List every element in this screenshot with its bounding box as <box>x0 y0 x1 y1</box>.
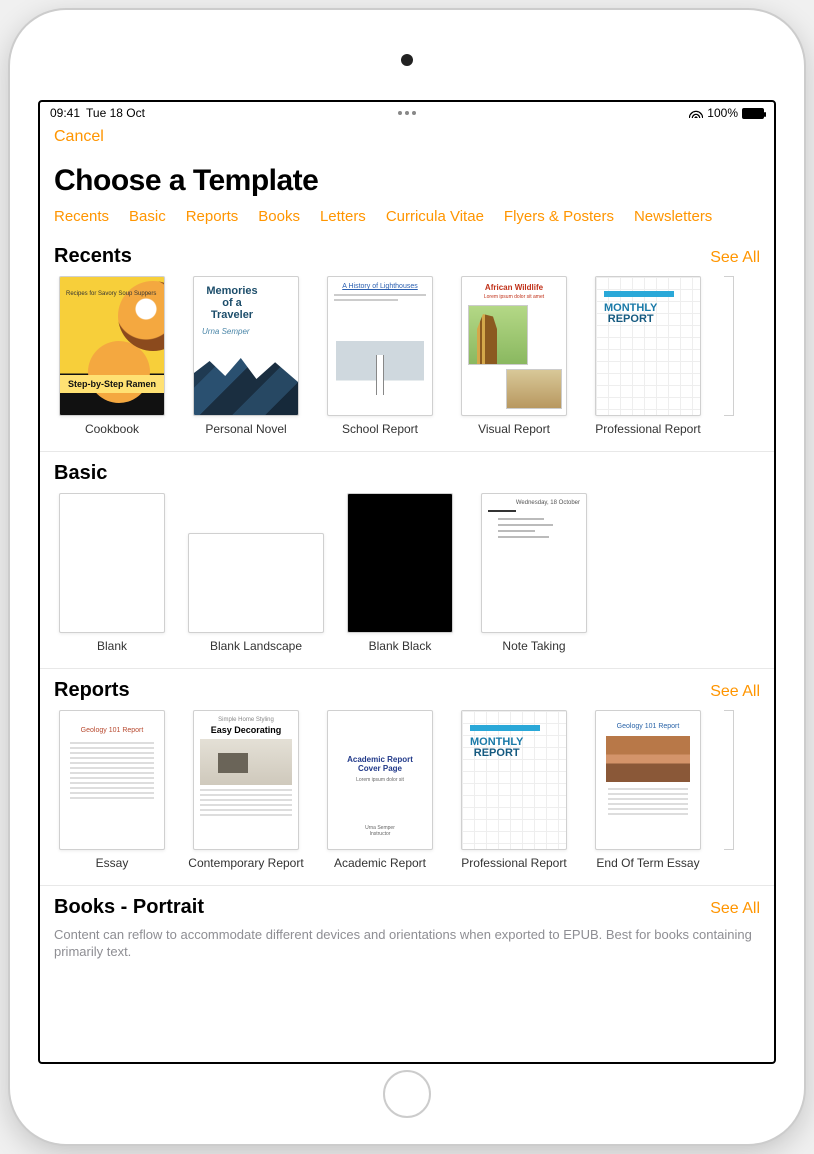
tab-letters[interactable]: Letters <box>320 208 366 225</box>
thumb-blank-landscape <box>188 533 324 633</box>
thumb-blank <box>59 493 165 633</box>
tab-basic[interactable]: Basic <box>129 208 166 225</box>
tab-reports[interactable]: Reports <box>186 208 239 225</box>
template-label: Academic Report <box>322 856 438 871</box>
template-sliver[interactable] <box>724 276 734 416</box>
tab-flyers[interactable]: Flyers & Posters <box>504 208 614 225</box>
thumb-novel: Memories of a Traveler Urna Semper <box>193 276 299 416</box>
see-all-reports[interactable]: See All <box>710 683 760 701</box>
template-label: Visual Report <box>456 422 572 437</box>
home-button[interactable] <box>383 1070 431 1118</box>
template-sliver[interactable] <box>724 710 734 850</box>
thumb-lighthouse: A History of Lighthouses <box>327 276 433 416</box>
multitask-dots[interactable] <box>398 111 416 115</box>
tab-books[interactable]: Books <box>258 208 300 225</box>
status-time: 09:41 <box>50 106 80 120</box>
template-personal-novel[interactable]: Memories of a Traveler Urna Semper Perso… <box>188 276 304 437</box>
thumb-eot: Geology 101 Report <box>595 710 701 850</box>
status-bar: 09:41 Tue 18 Oct 100% <box>40 102 774 124</box>
battery-icon <box>742 108 764 119</box>
template-blank[interactable]: Blank <box>54 493 170 654</box>
template-cookbook[interactable]: Recipes for Savory Soup Suppers Step-by-… <box>54 276 170 437</box>
template-label: Blank Landscape <box>188 639 324 654</box>
section-title-recents: Recents <box>54 245 132 268</box>
template-professional-report-2[interactable]: MONTHLYREPORT Professional Report <box>456 710 572 871</box>
template-school-report[interactable]: A History of Lighthouses School Report <box>322 276 438 437</box>
cancel-button[interactable]: Cancel <box>54 128 104 145</box>
template-label: Professional Report <box>456 856 572 871</box>
template-label: Cookbook <box>54 422 170 437</box>
section-basic: Basic Blank Blank Landscape Blank Black <box>40 452 774 669</box>
template-label: Blank <box>54 639 170 654</box>
template-note-taking[interactable]: Wednesday, 18 October Note Taking <box>476 493 592 654</box>
template-contemporary-report[interactable]: Simple Home Styling Easy Decorating Cont… <box>188 710 304 871</box>
ipad-frame: 09:41 Tue 18 Oct 100% Cancel Choose a Te… <box>10 10 804 1144</box>
section-desc-books: Content can reflow to accommodate differ… <box>40 927 774 965</box>
wifi-icon <box>689 108 703 118</box>
category-tabs: Recents Basic Reports Books Letters Curr… <box>40 208 774 235</box>
page-title: Choose a Template <box>54 164 760 198</box>
thumb-note: Wednesday, 18 October <box>481 493 587 633</box>
tab-recents[interactable]: Recents <box>54 208 109 225</box>
section-books: Books - Portrait See All Content can ref… <box>40 886 774 979</box>
camera-dot <box>401 54 413 66</box>
template-label: Contemporary Report <box>188 856 304 871</box>
battery-percent: 100% <box>707 106 738 120</box>
thumb-essay: Geology 101 Report <box>59 710 165 850</box>
template-label: End Of Term Essay <box>590 856 706 871</box>
template-blank-black[interactable]: Blank Black <box>342 493 458 654</box>
screen: 09:41 Tue 18 Oct 100% Cancel Choose a Te… <box>38 100 776 1064</box>
nav-bar: Cancel <box>40 124 774 146</box>
thumb-blank-black <box>347 493 453 633</box>
template-blank-landscape[interactable]: Blank Landscape <box>188 493 324 654</box>
tab-newsletters[interactable]: Newsletters <box>634 208 712 225</box>
thumb-academic: Academic Report Cover Page Lorem ipsum d… <box>327 710 433 850</box>
template-end-of-term-essay[interactable]: Geology 101 Report End Of Term Essay <box>590 710 706 871</box>
template-label: Note Taking <box>476 639 592 654</box>
status-date: Tue 18 Oct <box>86 106 145 120</box>
template-label: School Report <box>322 422 438 437</box>
section-title-basic: Basic <box>54 462 107 485</box>
thumb-monthly: MONTHLYREPORT <box>595 276 701 416</box>
see-all-recents[interactable]: See All <box>710 249 760 267</box>
tab-cv[interactable]: Curricula Vitae <box>386 208 484 225</box>
template-label: Personal Novel <box>188 422 304 437</box>
thumb-wildlife: African Wildlife Lorem ipsum dolor sit a… <box>461 276 567 416</box>
see-all-books[interactable]: See All <box>710 900 760 918</box>
thumb-cookbook: Recipes for Savory Soup Suppers Step-by-… <box>59 276 165 416</box>
section-title-books: Books - Portrait <box>54 896 204 919</box>
template-label: Essay <box>54 856 170 871</box>
section-title-reports: Reports <box>54 679 130 702</box>
template-professional-report[interactable]: MONTHLYREPORT Professional Report <box>590 276 706 437</box>
template-visual-report[interactable]: African Wildlife Lorem ipsum dolor sit a… <box>456 276 572 437</box>
template-essay[interactable]: Geology 101 Report Essay <box>54 710 170 871</box>
section-reports: Reports See All Geology 101 Report Essay <box>40 669 774 886</box>
template-label: Blank Black <box>342 639 458 654</box>
template-scroll-area[interactable]: Recents See All Recipes for Savory Soup … <box>40 235 774 1062</box>
section-recents: Recents See All Recipes for Savory Soup … <box>40 235 774 452</box>
thumb-monthly-2: MONTHLYREPORT <box>461 710 567 850</box>
template-label: Professional Report <box>590 422 706 437</box>
template-academic-report[interactable]: Academic Report Cover Page Lorem ipsum d… <box>322 710 438 871</box>
thumb-contemp: Simple Home Styling Easy Decorating <box>193 710 299 850</box>
